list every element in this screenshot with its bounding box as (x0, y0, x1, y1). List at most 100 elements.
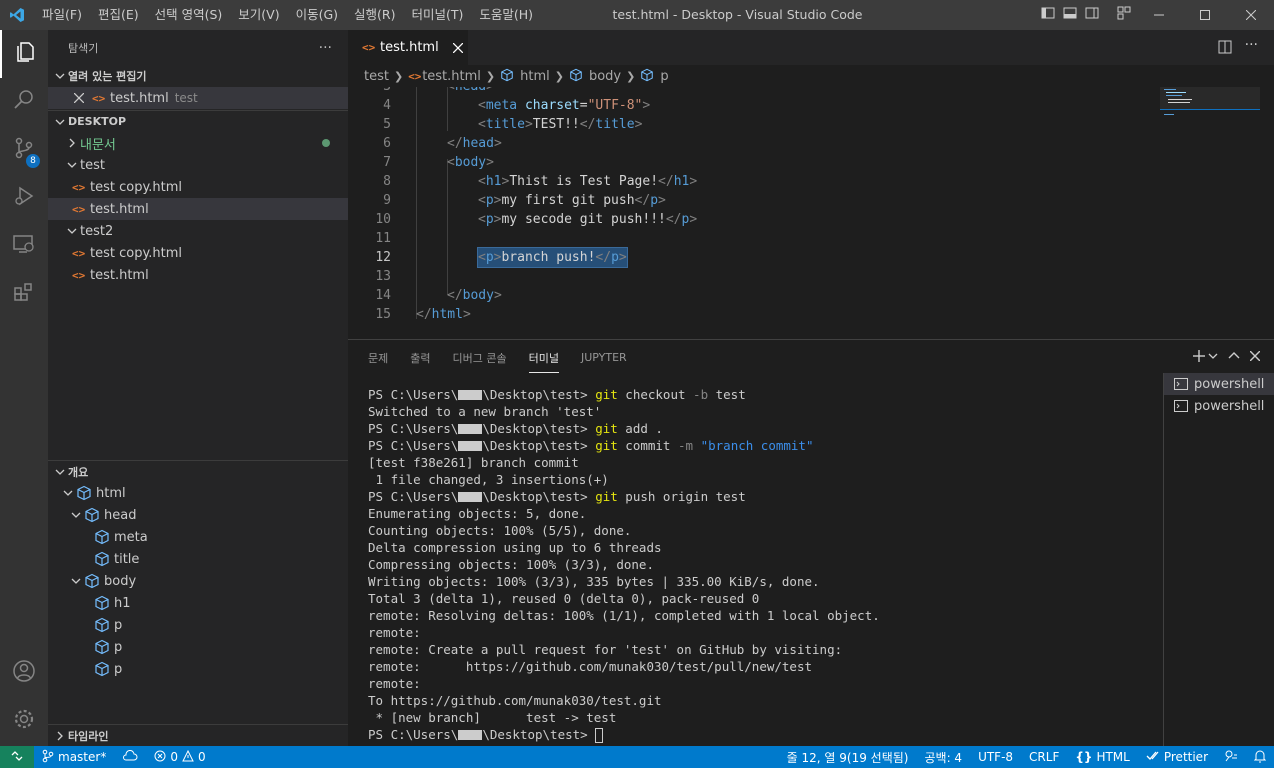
prompt-suffix: \Desktop\test> (482, 438, 588, 453)
outline-item-meta[interactable]: meta (48, 526, 348, 548)
remote-indicator[interactable] (0, 746, 34, 768)
search-activity[interactable] (0, 78, 48, 126)
outline-item-p[interactable]: p (48, 614, 348, 636)
cursor-position[interactable]: 줄 12, 열 9(19 선택됨) (779, 746, 917, 768)
outline-item-html[interactable]: html (48, 482, 348, 504)
outline-item-title[interactable]: title (48, 548, 348, 570)
tab-test-html[interactable]: <> test.html (348, 30, 468, 65)
tree-folder-test[interactable]: test (48, 154, 348, 176)
tab-terminal[interactable]: 터미널 (528, 343, 559, 373)
outline-label: meta (114, 529, 148, 545)
menu-bar: 파일(F) 편집(E) 선택 영역(S) 보기(V) 이동(G) 실행(R) 터… (34, 0, 541, 30)
code-editor[interactable]: 3 <head> 4 <meta charset="UTF-8"> 5 <title>TE… (348, 87, 1274, 339)
remote-explorer-activity[interactable] (0, 222, 48, 270)
tab-debug-console[interactable]: 디버그 콘솔 (453, 350, 507, 366)
breadcrumb-html[interactable]: html (520, 69, 550, 84)
menu-view[interactable]: 보기(V) (230, 0, 287, 30)
terminal-instance[interactable]: powershell (1164, 395, 1274, 417)
menu-help[interactable]: 도움말(H) (471, 0, 541, 30)
minimap-slider[interactable] (1160, 87, 1260, 109)
tab-jupyter[interactable]: JUPYTER (581, 351, 627, 364)
terminal-list: powershell powershell (1163, 373, 1274, 747)
outline-item-head[interactable]: head (48, 504, 348, 526)
close-window-button[interactable] (1228, 0, 1274, 30)
open-editor-item[interactable]: <> test.html test (48, 87, 348, 109)
accounts-activity[interactable] (0, 649, 48, 697)
toggle-panel-icon[interactable] (1062, 5, 1078, 25)
feedback-status[interactable] (1216, 746, 1246, 768)
outline-item-p[interactable]: p (48, 658, 348, 680)
tree-folder-test2[interactable]: test2 (48, 220, 348, 242)
timeline-header[interactable]: 타임라인 (48, 724, 348, 746)
account-icon (12, 659, 36, 687)
open-editors-header[interactable]: 열려 있는 편집기 (48, 65, 348, 87)
tree-file-test-html[interactable]: <> test.html (48, 198, 348, 220)
extensions-activity[interactable] (0, 270, 48, 318)
menu-terminal[interactable]: 터미널(T) (404, 0, 472, 30)
eol-status[interactable]: CRLF (1021, 746, 1067, 768)
terminal-output[interactable]: PS C:\Users\ \Desktop\test> git checkout … (368, 386, 1168, 743)
command-string: "branch commit" (700, 438, 814, 453)
breadcrumb-body[interactable]: body (589, 69, 621, 84)
menu-run[interactable]: 실행(R) (346, 0, 403, 30)
more-actions-button[interactable]: ··· (319, 40, 332, 56)
sync-status[interactable] (114, 746, 146, 768)
toggle-secondary-sidebar-icon[interactable] (1084, 5, 1100, 25)
tree-file-test-copy[interactable]: <> test copy.html (48, 176, 348, 198)
terminal-instance[interactable]: powershell (1164, 373, 1274, 395)
outline-item-p[interactable]: p (48, 636, 348, 658)
breadcrumb-p[interactable]: p (660, 69, 668, 84)
chevron-down-icon[interactable] (1208, 350, 1218, 365)
close-tab-icon[interactable] (452, 42, 463, 53)
tab-output[interactable]: 출력 (410, 350, 430, 366)
toggle-sidebar-icon[interactable] (1040, 5, 1056, 25)
command-args: push origin test (617, 489, 746, 504)
outline-title: 개요 (68, 465, 89, 479)
language-status[interactable]: {} HTML (1067, 746, 1138, 768)
tree-folder-mydocs[interactable]: 내문서 (48, 132, 348, 154)
run-debug-activity[interactable] (0, 174, 48, 222)
explorer-activity[interactable] (0, 30, 48, 78)
html-file-icon: <> (72, 246, 86, 260)
maximize-button[interactable] (1182, 0, 1228, 30)
workspace-header[interactable]: DESKTOP (48, 110, 348, 132)
terminal-line: Delta compression using up to 6 threads (368, 540, 662, 555)
menu-file[interactable]: 파일(F) (34, 0, 90, 30)
editor-more-actions-button[interactable]: ··· (1245, 37, 1258, 53)
close-icon[interactable] (74, 93, 92, 103)
line-number: 14 (375, 288, 391, 303)
tree-file-test2-copy[interactable]: <> test copy.html (48, 242, 348, 264)
tab-problems[interactable]: 문제 (368, 350, 388, 366)
customize-layout-icon[interactable] (1116, 5, 1132, 25)
branch-status[interactable]: master* (34, 746, 114, 768)
minimap[interactable] (1160, 87, 1274, 339)
close-panel-icon[interactable] (1249, 350, 1261, 365)
split-editor-icon[interactable] (1218, 40, 1232, 58)
outline-header[interactable]: 개요 (48, 460, 348, 482)
minimize-button[interactable] (1136, 0, 1182, 30)
terminal-line: remote: https://github.com/munak030/test… (368, 659, 813, 674)
tree-file-test2-html[interactable]: <> test.html (48, 264, 348, 286)
terminal-icon (1174, 400, 1188, 412)
element-icon (94, 617, 110, 633)
minimap-line (1166, 95, 1182, 96)
breadcrumb-file[interactable]: test.html (422, 69, 481, 84)
notifications-status[interactable] (1246, 746, 1274, 768)
encoding-status[interactable]: UTF-8 (970, 746, 1021, 768)
timeline-title: 타임라인 (68, 729, 109, 743)
terminal-line: remote: Resolving deltas: 100% (1/1), co… (368, 608, 880, 623)
indentation-status[interactable]: 공백: 4 (916, 746, 970, 768)
manage-activity[interactable] (0, 697, 48, 745)
menu-go[interactable]: 이동(G) (288, 0, 346, 30)
outline-item-body[interactable]: body (48, 570, 348, 592)
source-control-activity[interactable]: 8 (0, 126, 48, 174)
menu-selection[interactable]: 선택 영역(S) (147, 0, 231, 30)
breadcrumb-folder[interactable]: test (364, 69, 389, 84)
terminal-line: remote: (368, 676, 421, 691)
problems-status[interactable]: 0 0 (146, 746, 213, 768)
menu-edit[interactable]: 편집(E) (90, 0, 147, 30)
maximize-panel-icon[interactable] (1228, 350, 1240, 366)
prettier-status[interactable]: Prettier (1138, 746, 1216, 768)
outline-item-h1[interactable]: h1 (48, 592, 348, 614)
new-terminal-icon[interactable] (1192, 349, 1206, 367)
